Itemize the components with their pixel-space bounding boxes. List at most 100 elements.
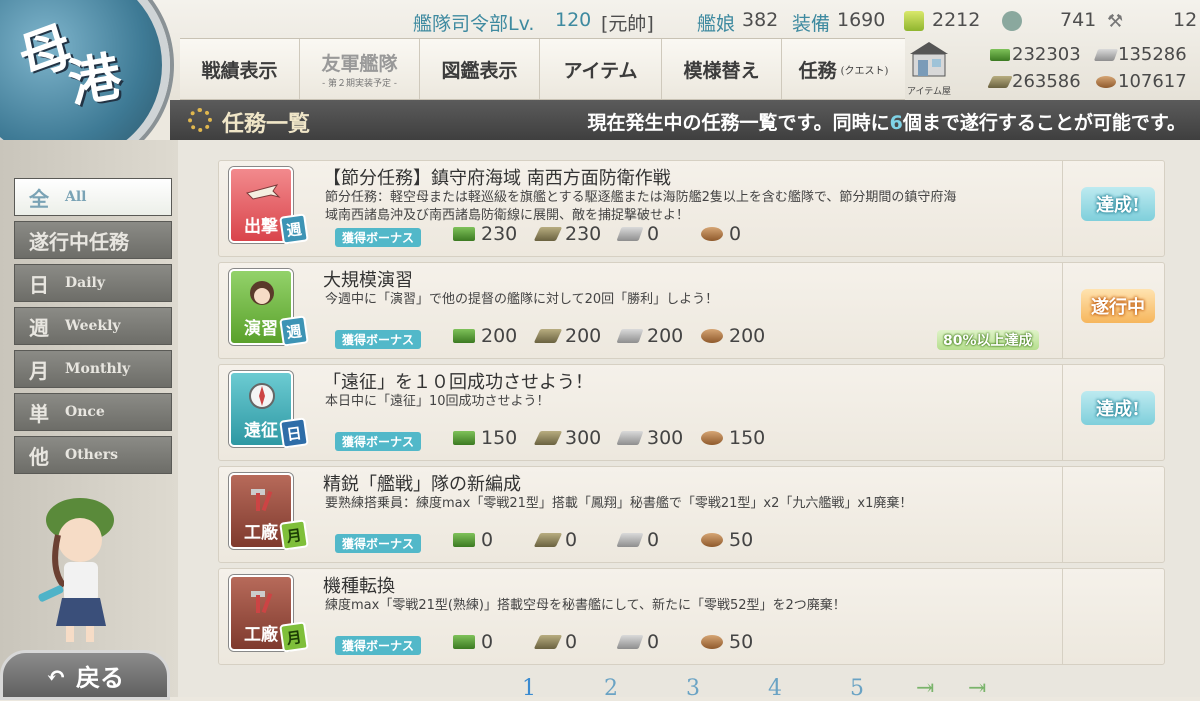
status-badge: 遂行中 [1081, 289, 1155, 323]
tab-others[interactable]: 他 Others [14, 436, 172, 474]
hq-status: 艦隊司令部Lv. 120 [元帥] 艦娘 382 装備 1690 2212 74… [405, 2, 1200, 38]
fuel-icon [453, 533, 475, 547]
menu-items[interactable]: アイテム [540, 39, 662, 99]
reward-steel: 0 [616, 223, 659, 245]
menu-furniture[interactable]: 模様替え [662, 39, 782, 99]
ammo-icon [987, 76, 1013, 88]
page-3[interactable]: 3 [686, 676, 700, 701]
shop-icon [910, 42, 948, 77]
plane-icon [246, 184, 281, 200]
fuel-resource: 232303 [990, 44, 1081, 65]
secretary-character[interactable] [30, 490, 130, 650]
last-page-icon[interactable]: ⇥ [968, 676, 986, 701]
tab-daily[interactable]: 日 Daily [14, 264, 172, 302]
status-badge: 達成! [1081, 391, 1155, 425]
bauxite-icon [701, 635, 723, 649]
reward-steel: 300 [616, 427, 683, 449]
fuel-icon [453, 227, 475, 241]
quest-title: 機種転換 [323, 576, 395, 597]
bauxite-icon [701, 329, 723, 343]
hq-level: 120 [555, 9, 592, 31]
page-title: 任務一覧 [222, 111, 311, 137]
reward-ammo: 300 [533, 427, 601, 449]
frequency-badge: 週 [279, 213, 309, 245]
reward-ammo: 0 [533, 529, 577, 551]
hammer-icon [251, 489, 273, 512]
reward-fuel: 0 [453, 529, 493, 551]
quest-row[interactable]: 出撃 週 【節分任務】鎮守府海域 南西方面防衛作戦 節分任務：軽空母または軽巡級… [218, 160, 1165, 257]
quest-row[interactable]: 演習 週 大規模演習 今週中に「演習」で他の提督の艦隊に対して20回「勝利」しよ… [218, 262, 1165, 359]
reward-bauxite: 0 [701, 223, 741, 245]
tab-in-progress[interactable]: 遂行中任務 [14, 221, 172, 259]
progress-badge: 80%以上達成 [937, 330, 1039, 350]
bauxite-icon [701, 227, 723, 241]
hq-label: 艦隊司令部Lv. [413, 13, 535, 35]
screw-icon: ⚒ [1107, 11, 1124, 32]
ammo-icon [533, 227, 563, 241]
steel-resource: 135286 [1093, 44, 1187, 65]
quest-description: 本日中に「遠征」10回成功させよう！ [325, 394, 550, 409]
steel-icon [616, 431, 644, 445]
tab-once[interactable]: 単 Once [14, 393, 172, 431]
bonus-label: 獲得ボーナス [335, 432, 422, 451]
devmat-count: 741 [1060, 9, 1097, 31]
quest-title: 【節分任務】鎮守府海域 南西方面防衛作戦 [323, 168, 671, 189]
next-page-icon[interactable]: ⇥ [916, 676, 934, 701]
reward-ammo: 200 [533, 325, 601, 347]
item-shop-button[interactable]: アイテム屋 [904, 40, 954, 97]
bonus-label: 獲得ボーナス [335, 534, 422, 553]
bonus-label: 獲得ボーナス [335, 330, 422, 349]
reward-bauxite: 150 [701, 427, 765, 449]
bonus-label: 獲得ボーナス [335, 228, 422, 247]
bauxite-icon [701, 431, 723, 445]
steel-icon [1093, 49, 1119, 61]
page-4[interactable]: 4 [768, 676, 782, 701]
ammo-icon [533, 329, 563, 343]
menu-encyclopedia[interactable]: 図鑑表示 [420, 39, 540, 99]
main-menu: 戦績表示 友軍艦隊 - 第２期実装予定 - 図鑑表示 アイテム 模様替え 任務 (ク… [180, 38, 905, 100]
steel-icon [616, 635, 644, 649]
reward-fuel: 0 [453, 631, 493, 653]
equip-count: 1690 [837, 9, 886, 31]
menu-friend-fleet[interactable]: 友軍艦隊 - 第２期実装予定 - [300, 39, 420, 99]
reward-fuel: 200 [453, 325, 517, 347]
bauxite-resource: 107617 [1096, 71, 1187, 92]
reward-bauxite: 50 [701, 631, 753, 653]
menu-quests[interactable]: 任務 (クエスト) [782, 39, 905, 99]
reward-steel: 0 [616, 631, 659, 653]
quest-row[interactable]: 工廠 月 精鋭「艦戦」隊の新編成 要熟練搭乗員：練度max「零戦21型」搭載「鳳… [218, 466, 1165, 563]
steel-icon [616, 227, 644, 241]
frequency-badge: 日 [279, 417, 309, 449]
devmat-icon [1002, 11, 1022, 31]
steel-icon [616, 329, 644, 343]
menu-battle-record[interactable]: 戦績表示 [180, 39, 300, 99]
back-button[interactable]: ↶ 戻る [0, 650, 170, 700]
page-2[interactable]: 2 [604, 676, 618, 701]
quest-limit-info: 現在発生中の任務一覧です。同時に6個まで遂行することが可能です。 [587, 112, 1186, 134]
tab-all[interactable]: 全 All [14, 178, 172, 216]
ammo-icon [533, 533, 563, 547]
steel-icon [616, 533, 644, 547]
page-5[interactable]: 5 [850, 676, 864, 701]
page-1[interactable]: 1 [522, 676, 536, 701]
quest-list: 出撃 週 【節分任務】鎮守府海域 南西方面防衛作戦 節分任務：軽空母または軽巡級… [178, 140, 1200, 697]
tab-monthly[interactable]: 月 Monthly [14, 350, 172, 388]
tab-weekly[interactable]: 週 Weekly [14, 307, 172, 345]
bucket-icon [904, 11, 924, 31]
rank: [元帥] [601, 13, 654, 35]
reward-bauxite: 200 [701, 325, 765, 347]
reward-fuel: 230 [453, 223, 517, 245]
ammo-resource: 263586 [987, 71, 1081, 92]
reward-steel: 0 [616, 529, 659, 551]
fuel-icon [453, 431, 475, 445]
ship-count: 382 [742, 9, 779, 31]
quest-row[interactable]: 工廠 月 機種転換 練度max「零戦21型(熟練)」搭載空母を秘書艦にして、新た… [218, 568, 1165, 665]
reward-ammo: 230 [533, 223, 601, 245]
quest-row[interactable]: 遠征 日 「遠征」を１０回成功させよう！ 本日中に「遠征」10回成功させよう！ … [218, 364, 1165, 461]
fuel-icon [453, 635, 475, 649]
quest-description: 要熟練搭乗員：練度max「零戦21型」搭載「鳳翔」秘書艦で「零戦21型」x2「九… [325, 496, 913, 511]
quest-description: 節分任務：軽空母または軽巡級を旗艦とする駆逐艦または海防艦2隻以上を含む艦隊で、… [325, 190, 957, 223]
quest-title-bar: 任務一覧 現在発生中の任務一覧です。同時に6個まで遂行することが可能です。 [170, 100, 1200, 140]
quest-description: 練度max「零戦21型(熟練)」搭載空母を秘書艦にして、新たに「零戦52型」を2… [325, 598, 846, 613]
shop-label: アイテム屋 [906, 87, 952, 97]
